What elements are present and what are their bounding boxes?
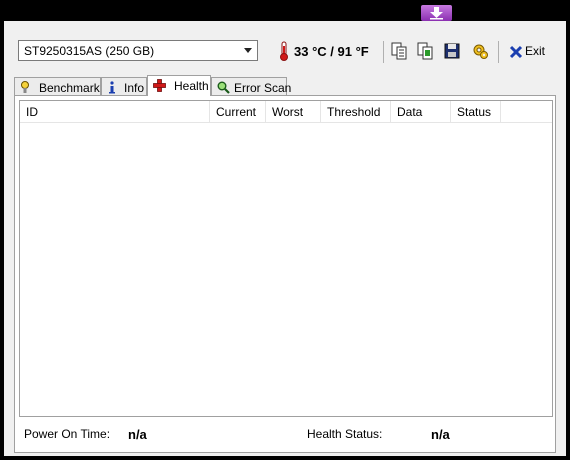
copy-screenshot-icon[interactable] <box>416 42 434 60</box>
health-panel: ID Current Worst Threshold Data Status P… <box>14 95 556 453</box>
tab-health-label: Health <box>174 79 209 93</box>
tab-info-label: Info <box>124 81 145 95</box>
chevron-down-icon <box>244 48 252 53</box>
save-icon[interactable] <box>443 42 461 60</box>
exit-label: Exit <box>525 44 546 58</box>
drive-select-value: ST9250315AS (250 GB) <box>24 44 155 58</box>
tab-health[interactable]: Health <box>147 75 211 96</box>
column-header-worst[interactable]: Worst <box>266 101 321 122</box>
tab-benchmark[interactable]: Benchmark <box>14 77 101 96</box>
power-on-time-value: n/a <box>128 427 147 442</box>
column-header-status[interactable]: Status <box>451 101 501 122</box>
thermometer-icon <box>280 41 288 61</box>
tab-error-scan-label: Error Scan <box>234 81 292 95</box>
column-header-current[interactable]: Current <box>210 101 266 122</box>
download-arrow-icon <box>430 7 443 20</box>
download-button[interactable] <box>421 5 452 21</box>
options-icon[interactable] <box>471 42 489 60</box>
benchmark-icon <box>21 81 29 93</box>
drive-select[interactable]: ST9250315AS (250 GB) <box>18 40 258 61</box>
toolbar-separator-2 <box>498 41 499 63</box>
main-window: ST9250315AS (250 GB) 33 °C / 91 °F Exit … <box>4 21 566 456</box>
copy-text-icon[interactable] <box>390 42 408 60</box>
health-status-value: n/a <box>431 427 450 442</box>
smart-attributes-table[interactable]: ID Current Worst Threshold Data Status <box>19 100 553 417</box>
info-icon <box>109 81 115 94</box>
power-on-time-label: Power On Time: <box>24 427 111 441</box>
temperature-value: 33 °C / 91 °F <box>294 44 369 59</box>
tab-info[interactable]: Info <box>101 77 147 96</box>
magnifier-icon <box>217 81 230 94</box>
toolbar-separator <box>383 41 384 63</box>
tab-error-scan[interactable]: Error Scan <box>211 77 291 96</box>
column-header-threshold[interactable]: Threshold <box>321 101 391 122</box>
column-header-id[interactable]: ID <box>20 101 210 122</box>
health-status-label: Health Status: <box>307 427 383 441</box>
table-header: ID Current Worst Threshold Data Status <box>20 101 552 123</box>
health-cross-icon <box>153 79 166 92</box>
close-icon <box>509 45 523 59</box>
tab-benchmark-label: Benchmark <box>39 81 100 95</box>
column-header-data[interactable]: Data <box>391 101 451 122</box>
